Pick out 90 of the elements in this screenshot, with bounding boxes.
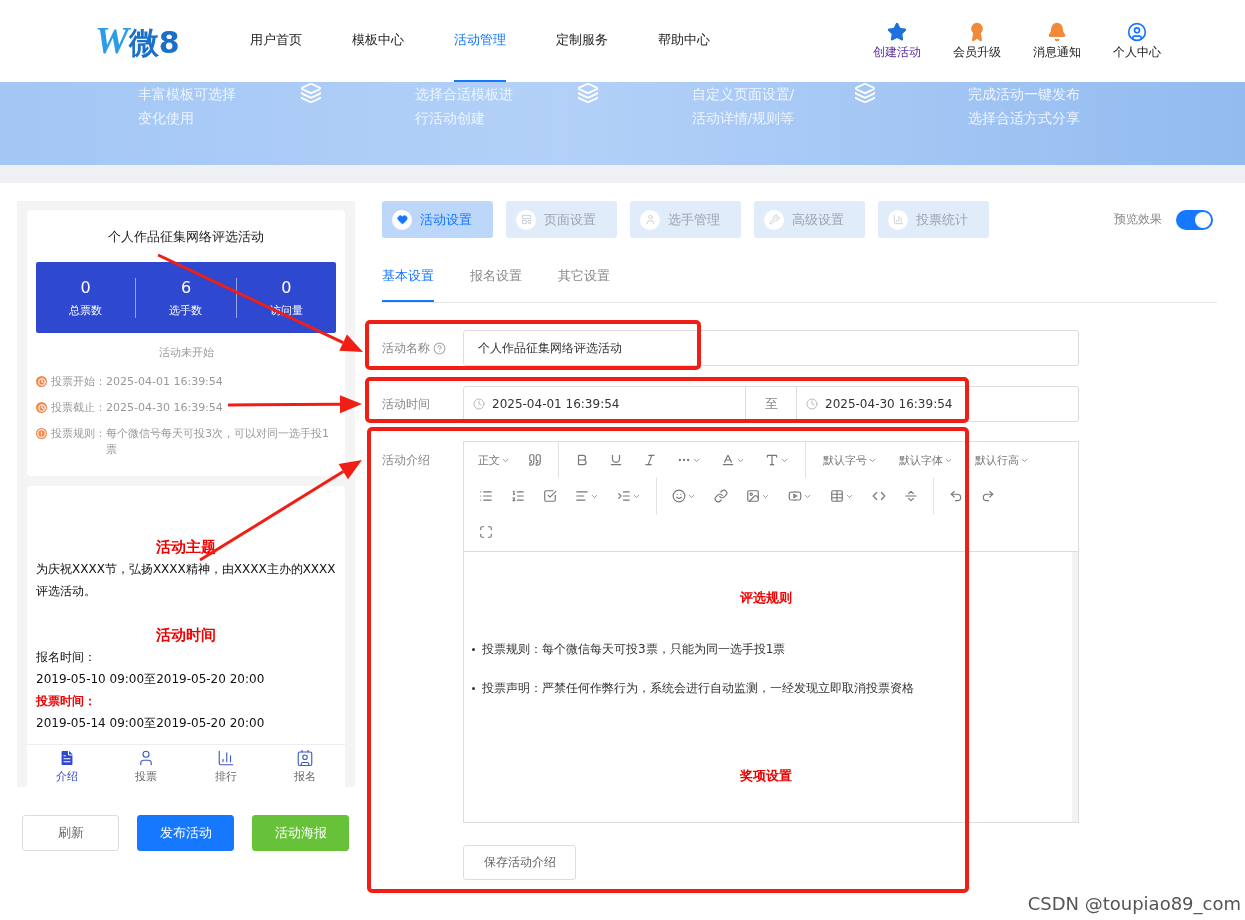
tab-bar-item[interactable]: 报名 — [265, 745, 345, 787]
info-value: 2025-04-01 16:39:54 — [106, 374, 223, 390]
stat-label: 总票数 — [69, 302, 103, 318]
rule-heading: 评选规则 — [739, 589, 793, 607]
content-text: 2019-05-10 09:00至2019-05-20 20:00 — [36, 671, 266, 688]
alert-icon — [36, 428, 47, 439]
header-action[interactable]: 消息通知 — [1029, 21, 1085, 61]
bgcolor-icon — [765, 453, 779, 467]
preview-toggle[interactable] — [1176, 209, 1213, 230]
info-value: 2025-04-30 16:39:54 — [106, 400, 223, 416]
tab-bar-item[interactable]: 排行 — [186, 745, 266, 787]
info-label: 投票截止： — [51, 400, 106, 416]
nav-link[interactable]: 帮助中心 — [658, 0, 710, 82]
bell-icon — [1047, 21, 1067, 42]
start-date-field[interactable]: 2025-04-01 16:39:54 — [464, 387, 746, 421]
info-value: 每个微信号每天可投3次，可以对同一选手投1票 — [106, 426, 330, 458]
clock-icon — [806, 398, 818, 410]
editor-content[interactable]: 评选规则 投票规则：每个微信每天可投3票，只能为同一选手投1票 投票声明：严禁任何作弊行为，系统会进行自动监测，一经发现立即取消投票资格 奖项设置 — [464, 552, 1078, 822]
rule-item: 投票声明：严禁任何作弊行为，系统会进行自动监测，一经发现立即取消投票资格 — [482, 680, 914, 697]
stat-value: 0 — [281, 277, 292, 297]
step-icon — [300, 82, 322, 104]
clock-icon — [36, 402, 47, 413]
rule-item: 投票规则：每个微信每天可投3票，只能为同一选手投1票 — [482, 641, 786, 658]
step-icon — [853, 82, 876, 104]
video-icon — [788, 489, 802, 503]
wrench-icon — [764, 209, 784, 230]
sub-tab[interactable]: 报名设置 — [470, 260, 522, 302]
fontcolor-icon — [721, 453, 735, 467]
clock-icon — [473, 398, 485, 410]
emoji-icon — [672, 489, 686, 503]
field-label: 活动名称 — [382, 339, 430, 357]
step-icon — [576, 82, 599, 104]
tab-bar-item[interactable]: 投票 — [106, 745, 186, 787]
rule-heading: 奖项设置 — [739, 767, 793, 785]
header-action[interactable]: 个人中心 — [1109, 21, 1165, 61]
nav-link[interactable]: 用户首页 — [250, 0, 302, 82]
name-field[interactable]: 个人作品征集网络评选活动 — [463, 330, 1079, 366]
nav-link[interactable]: 定制服务 — [556, 0, 608, 82]
clock-icon — [36, 376, 47, 387]
bar-chart-icon — [216, 748, 235, 767]
range-separator: 至 — [764, 395, 778, 413]
logo[interactable]: W微8 — [95, 18, 250, 64]
activity-title: 个人作品征集网络评选活动 — [107, 228, 265, 246]
content-label: 投票时间： — [36, 693, 97, 710]
bullet-icon — [472, 648, 475, 651]
step-text: 完成活动一键发布 选择合适方式分享 — [968, 85, 1082, 128]
save-button[interactable]: 保存活动介绍 — [463, 845, 576, 880]
end-date-field[interactable]: 2025-04-30 16:39:54 — [797, 387, 969, 421]
toggle-label: 预览效果 — [1114, 211, 1162, 228]
toolbar-dropdown[interactable]: 正文 — [470, 452, 518, 468]
toolbar-dropdown[interactable]: 默认字体 — [888, 452, 964, 468]
help-icon[interactable] — [433, 341, 446, 355]
table-icon — [830, 489, 844, 503]
field-label: 活动介绍 — [382, 452, 430, 469]
bullet-icon — [472, 687, 475, 690]
step-text: 丰富模板可选择 变化使用 — [138, 85, 237, 128]
header-action[interactable]: 会员升级 — [949, 21, 1005, 61]
content-text: 为庆祝XXXX节，弘扬XXXX精神，由XXXX主办的XXXX评选活动。 — [36, 561, 336, 600]
stat-value: 6 — [180, 277, 192, 297]
layout-icon — [516, 209, 536, 230]
sub-tab[interactable]: 基本设置 — [382, 260, 434, 302]
credit-text: CSDN @toupiao89_com — [1027, 893, 1241, 914]
image-icon — [746, 489, 760, 503]
id-card-icon — [296, 748, 315, 767]
toolbar-dropdown[interactable]: 默认字号 — [812, 452, 888, 468]
step-text: 自定义页面设置/ 活动详情/规则等 — [691, 85, 796, 128]
indent-icon — [617, 489, 631, 503]
rich-text-editor[interactable]: 正文 默认字号 默认字体 默认行高 评选规则 投票规则：每个微信每天可投3票，只能为同一选手投1票 投票声明：严禁任何作弊行为，系统会进行自动监测，一经发现立即取消投票资格 奖项设置 — [463, 441, 1079, 823]
header-action[interactable]: 创建活动 — [869, 21, 925, 61]
align-icon — [575, 489, 589, 503]
section-heading: 活动时间 — [155, 625, 217, 646]
nav-link[interactable]: 模板中心 — [352, 0, 404, 82]
user-icon — [1127, 21, 1147, 42]
content-text: 2019-05-14 09:00至2019-05-20 20:00 — [36, 715, 266, 732]
sub-tab[interactable]: 其它设置 — [558, 260, 610, 302]
field-label: 活动时间 — [382, 395, 430, 413]
action-button[interactable]: 发布活动 — [137, 815, 234, 851]
action-button[interactable]: 刷新 — [22, 815, 119, 851]
star-icon — [887, 21, 907, 42]
stat-label: 选手数 — [169, 302, 203, 318]
info-label: 投票规则： — [51, 426, 106, 442]
tab-bar-item[interactable]: 介绍 — [27, 745, 107, 787]
status-text: 活动未开始 — [157, 345, 215, 360]
bar-chart-icon — [888, 209, 908, 230]
step-text: 选择合适模板进 行活动创建 — [414, 85, 514, 128]
stat-value: 0 — [80, 277, 91, 297]
toolbar-dropdown[interactable]: 默认行高 — [964, 452, 1040, 468]
content-text: 报名时间： — [36, 649, 97, 666]
person-icon — [640, 209, 660, 230]
info-label: 投票开始： — [51, 374, 106, 390]
